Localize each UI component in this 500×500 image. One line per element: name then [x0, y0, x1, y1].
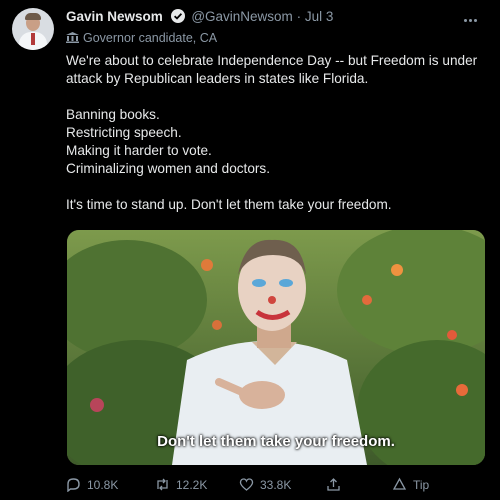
government-label[interactable]: Governor candidate, CA	[66, 31, 217, 45]
tip-icon	[392, 477, 407, 490]
tweet-paragraph-3: It's time to stand up. Don't let them ta…	[66, 197, 392, 212]
author-handle[interactable]: @GavinNewsom	[191, 9, 292, 24]
retweet-count: 12.2K	[176, 477, 208, 492]
author-name[interactable]: Gavin Newsom	[66, 9, 163, 24]
share-icon	[327, 478, 340, 491]
reply-icon	[67, 478, 80, 492]
retweet-button[interactable]: 12.2K	[155, 477, 207, 492]
tweet-date[interactable]: Jul 3	[305, 9, 334, 24]
like-count: 33.8K	[260, 477, 292, 492]
tip-label: Tip	[413, 477, 430, 492]
reply-button[interactable]: 10.8K	[66, 477, 118, 492]
tip-button[interactable]: Tip	[392, 477, 429, 492]
reply-count: 10.8K	[87, 477, 119, 492]
verified-badge-icon	[170, 9, 185, 23]
government-building-icon	[66, 32, 79, 43]
tweet-actions: 10.8K 12.2K 33.8K Tip	[66, 477, 486, 495]
more-options-icon[interactable]	[464, 9, 482, 23]
tweet-text: We're about to celebrate Independence Da…	[66, 52, 486, 214]
share-button[interactable]	[326, 477, 341, 492]
list-item: Criminalizing women and doctors.	[66, 161, 270, 176]
tweet-header: Gavin Newsom @GavinNewsom · Jul 3	[66, 9, 486, 27]
video-player[interactable]: Don't let them take your freedom.	[67, 230, 485, 465]
list-item: Banning books.	[66, 107, 160, 122]
like-button[interactable]: 33.8K	[239, 477, 291, 492]
tweet-paragraph-1: We're about to celebrate Independence Da…	[66, 53, 478, 86]
list-item: Restricting speech.	[66, 125, 182, 140]
separator-dot: ·	[296, 9, 302, 24]
video-frame	[67, 230, 485, 465]
video-caption: Don't let them take your freedom.	[157, 433, 395, 450]
heart-icon	[239, 478, 254, 491]
retweet-icon	[157, 478, 168, 491]
list-item: Making it harder to vote.	[66, 143, 212, 158]
tweet: Gavin Newsom @GavinNewsom · Jul 3 Govern…	[0, 0, 500, 500]
government-label-text: Governor candidate, CA	[83, 31, 218, 45]
avatar[interactable]	[12, 8, 54, 50]
